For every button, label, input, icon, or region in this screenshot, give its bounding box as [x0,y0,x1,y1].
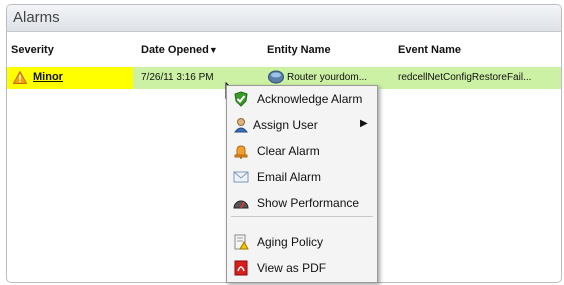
menu-item-view-as-pdf[interactable]: View as PDF [227,256,377,280]
severity-link[interactable]: Minor [33,71,63,83]
sort-desc-icon: ▼ [208,45,218,55]
menu-item-show-performance[interactable]: Show Performance [227,191,377,215]
table-header: Severity Date Opened▼ Entity Name Event … [7,32,561,66]
column-entity-name[interactable]: Entity Name [267,44,331,56]
panel-title: Alarms [7,5,561,32]
submenu-arrow-icon: ▶ [360,118,368,129]
pdf-icon [234,260,248,276]
gauge-icon [233,200,249,209]
menu-item-aging-policy[interactable]: Aging Policy [227,230,377,254]
menu-separator [231,216,373,217]
date-opened-cell: 7/26/11 3:16 PM [141,72,214,83]
menu-item-acknowledge-alarm[interactable]: Acknowledge Alarm [227,87,377,111]
column-severity[interactable]: Severity [11,44,54,56]
event-name-cell: redcellNetConfigRestoreFail... [398,72,532,83]
user-icon [233,118,249,133]
policy-document-icon [234,234,249,250]
menu-item-clear-alarm[interactable]: Clear Alarm [227,139,377,163]
menu-item-email-alarm[interactable]: Email Alarm [227,165,377,189]
entity-name-cell: Router yourdom... [287,72,368,83]
check-shield-icon [234,91,248,107]
column-event-name[interactable]: Event Name [398,44,461,56]
severity-cell[interactable]: Minor [7,67,133,89]
context-menu: Acknowledge Alarm Assign User ▶ Clear Al… [226,85,378,283]
envelope-icon [233,171,249,183]
menu-item-assign-user[interactable]: Assign User ▶ [227,113,377,137]
column-date-opened[interactable]: Date Opened▼ [141,44,218,56]
bell-icon [234,145,248,159]
warning-icon [13,71,27,84]
router-icon [268,70,284,84]
